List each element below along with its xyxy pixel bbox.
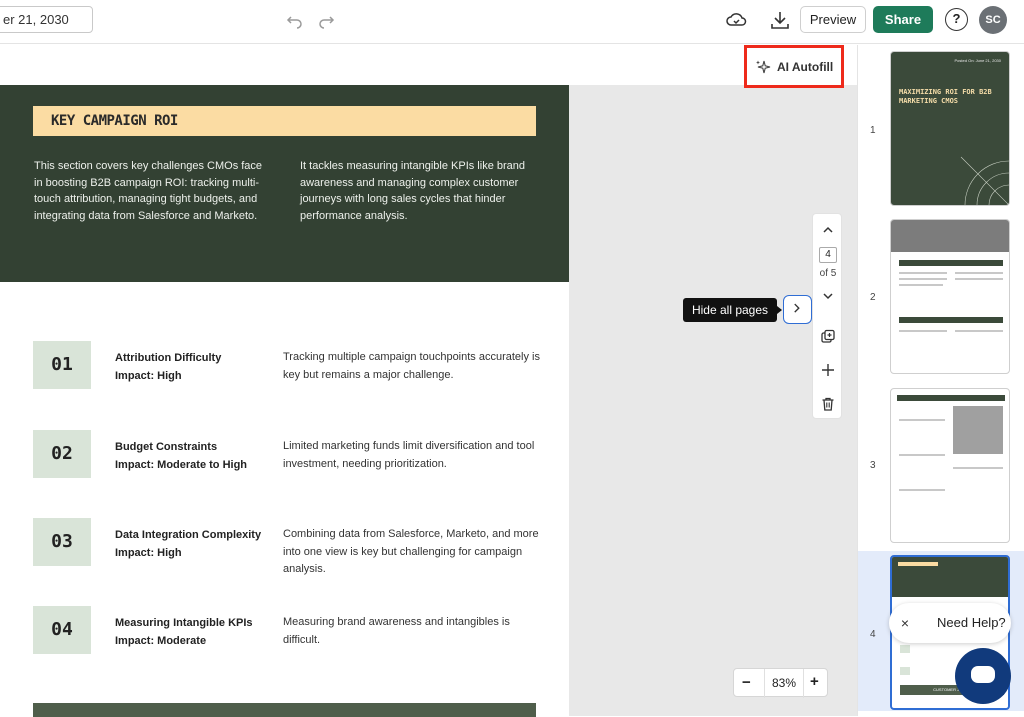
thumbnail-number: 1 bbox=[870, 125, 876, 136]
intro-text-right[interactable]: It tackles measuring intangible KPIs lik… bbox=[300, 158, 532, 224]
thumb-line bbox=[955, 330, 1003, 332]
thumb-photo bbox=[891, 220, 1009, 252]
thumbnail-row[interactable]: 2 bbox=[858, 217, 1024, 377]
sparkle-icon bbox=[756, 60, 771, 74]
thumb-num-box bbox=[900, 645, 910, 653]
thumb-num-box bbox=[900, 667, 910, 675]
row-description: Combining data from Salesforce, Marketo,… bbox=[283, 528, 539, 575]
need-help-popup[interactable]: × Need Help? bbox=[889, 603, 1011, 643]
top-bar: er 21, 2030 Preview Share ? SC bbox=[0, 0, 1024, 44]
help-icon[interactable]: ? bbox=[945, 8, 968, 31]
redo-icon[interactable] bbox=[316, 10, 336, 30]
page-number-input[interactable]: 4 bbox=[819, 247, 837, 263]
thumb-line bbox=[899, 278, 947, 280]
chevron-up-icon[interactable] bbox=[820, 222, 836, 238]
intro-text-left[interactable]: This section covers key challenges CMOs … bbox=[34, 158, 264, 224]
row-impact: Impact: Moderate to High bbox=[115, 459, 248, 471]
zoom-in-button[interactable]: + bbox=[810, 673, 819, 690]
thumb-band bbox=[899, 260, 1003, 266]
download-icon[interactable] bbox=[769, 9, 791, 31]
chevron-down-icon[interactable] bbox=[820, 288, 836, 304]
decorative-arcs-icon bbox=[960, 156, 1009, 205]
page-top-strip bbox=[0, 45, 857, 85]
thumb-line bbox=[899, 489, 945, 491]
row-impact: Impact: High bbox=[115, 547, 182, 559]
page-tools: 4 of 5 bbox=[812, 213, 842, 419]
row-title-text: Data Integration Complexity bbox=[115, 529, 262, 541]
page-thumbnail-1[interactable]: Posted On: June 21, 2030 MAXIMIZING ROI … bbox=[890, 51, 1010, 206]
row-impact: Impact: High bbox=[115, 370, 182, 382]
page-thumbnail-3[interactable] bbox=[890, 388, 1010, 543]
zoom-out-button[interactable]: − bbox=[742, 674, 751, 691]
row-title-text: Measuring Intangible KPIs bbox=[115, 617, 253, 629]
undo-icon[interactable] bbox=[285, 10, 305, 30]
thumb-line bbox=[899, 330, 947, 332]
row-description: Limited marketing funds limit diversific… bbox=[283, 440, 535, 470]
thumb-title: MAXIMIZING ROI FOR B2B MARKETING CMOS bbox=[899, 88, 992, 105]
close-icon[interactable]: × bbox=[896, 614, 914, 632]
challenge-row[interactable]: 03 Data Integration Complexity Impact: Hi… bbox=[33, 518, 543, 575]
thumbnail-row[interactable]: 1 Posted On: June 21, 2030 MAXIMIZING RO… bbox=[858, 50, 1024, 210]
preview-button[interactable]: Preview bbox=[800, 6, 866, 33]
hide-pages-tooltip: Hide all pages bbox=[683, 298, 782, 322]
avatar[interactable]: SC bbox=[979, 6, 1007, 34]
thumbnail-number: 3 bbox=[870, 460, 876, 471]
row-number: 03 bbox=[33, 518, 91, 566]
challenge-row[interactable]: 01 Attribution Difficulty Impact: High Tr… bbox=[33, 341, 543, 391]
date-field[interactable]: er 21, 2030 bbox=[0, 6, 93, 33]
row-title-text: Attribution Difficulty bbox=[115, 352, 222, 364]
section-title[interactable]: KEY CAMPAIGN ROI bbox=[33, 106, 536, 136]
thumb-band bbox=[897, 395, 1005, 401]
trash-icon[interactable] bbox=[820, 396, 836, 412]
hide-pages-button[interactable] bbox=[783, 295, 812, 324]
row-title-text: Budget Constraints bbox=[115, 441, 218, 453]
thumb-line bbox=[955, 272, 1003, 274]
hero-section[interactable]: KEY CAMPAIGN ROI This section covers key… bbox=[0, 85, 569, 282]
row-number: 02 bbox=[33, 430, 91, 478]
thumb-line bbox=[899, 419, 945, 421]
row-description: Tracking multiple campaign touchpoints a… bbox=[283, 351, 540, 381]
zoom-control: − 83% + bbox=[733, 668, 828, 698]
thumbnail-row[interactable]: 3 bbox=[858, 385, 1024, 545]
row-number: 04 bbox=[33, 606, 91, 654]
ai-autofill-button[interactable]: AI Autofill bbox=[744, 45, 844, 88]
thumbnail-number: 2 bbox=[870, 292, 876, 303]
chat-bubble-icon bbox=[971, 666, 995, 683]
need-help-label: Need Help? bbox=[937, 615, 1006, 630]
cloud-sync-icon[interactable] bbox=[725, 9, 747, 31]
chat-launcher-button[interactable] bbox=[955, 648, 1011, 704]
row-description: Measuring brand awareness and intangible… bbox=[283, 616, 510, 646]
row-title: Attribution Difficulty Impact: High bbox=[115, 349, 265, 385]
next-section-band bbox=[33, 703, 536, 717]
add-page-icon[interactable] bbox=[820, 362, 836, 378]
row-title: Measuring Intangible KPIs Impact: Moderat… bbox=[115, 614, 265, 650]
challenge-row[interactable]: 04 Measuring Intangible KPIs Impact: Mode… bbox=[33, 606, 543, 656]
document-page[interactable]: KEY CAMPAIGN ROI This section covers key… bbox=[0, 85, 569, 717]
row-impact: Impact: Moderate bbox=[115, 635, 207, 647]
row-title: Data Integration Complexity Impact: High bbox=[115, 526, 265, 562]
page-thumbnail-2[interactable] bbox=[890, 219, 1010, 374]
thumb-line bbox=[953, 467, 1003, 469]
chevron-right-icon bbox=[794, 303, 800, 313]
thumb-band bbox=[899, 317, 1003, 323]
thumb-line bbox=[899, 284, 943, 286]
row-number: 01 bbox=[33, 341, 91, 389]
thumbnail-number: 4 bbox=[870, 629, 876, 640]
zoom-level[interactable]: 83% bbox=[764, 669, 804, 698]
thumb-line bbox=[899, 272, 947, 274]
ai-autofill-label: AI Autofill bbox=[777, 60, 834, 74]
duplicate-page-icon[interactable] bbox=[820, 329, 836, 345]
share-button[interactable]: Share bbox=[873, 6, 933, 33]
thumb-line bbox=[899, 454, 945, 456]
thumb-photo bbox=[953, 406, 1003, 454]
thumb-banner bbox=[898, 562, 938, 566]
thumb-line bbox=[955, 278, 1003, 280]
page-count: of 5 bbox=[819, 268, 837, 279]
challenge-row[interactable]: 02 Budget Constraints Impact: Moderate to… bbox=[33, 430, 543, 480]
row-title: Budget Constraints Impact: Moderate to Hi… bbox=[115, 438, 265, 474]
thumb-date: Posted On: June 21, 2030 bbox=[954, 58, 1001, 63]
